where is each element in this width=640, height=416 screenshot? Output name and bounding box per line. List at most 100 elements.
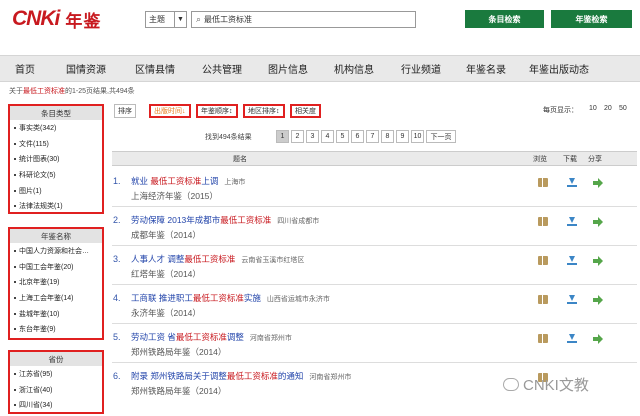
nav-item-institutions[interactable]: 机构信息 bbox=[320, 56, 388, 81]
sort-label: 排序 bbox=[114, 104, 136, 118]
result-title[interactable]: 人事人才 调整最低工资标准 云南省玉溪市红塔区 bbox=[131, 253, 304, 265]
page-button[interactable]: 10 bbox=[411, 130, 424, 143]
search-field-select[interactable]: 主题 ▼ bbox=[145, 11, 187, 28]
result-title[interactable]: 工商联 推进职工最低工资标准实施 山西省运城市永济市 bbox=[131, 292, 330, 304]
search-query: 最低工资标准 bbox=[204, 15, 253, 24]
facet-item[interactable]: 中国工会年鉴(20) bbox=[10, 259, 102, 275]
result-source[interactable]: 郑州铁路局年鉴（2014） bbox=[131, 385, 226, 397]
download-icon[interactable] bbox=[567, 295, 577, 304]
browse-icon[interactable] bbox=[538, 178, 548, 187]
browse-icon[interactable] bbox=[538, 295, 548, 304]
per-page-50[interactable]: 50 bbox=[619, 105, 627, 112]
sort-region-button[interactable]: 地区排序 ↕ bbox=[243, 104, 285, 118]
result-number: 1. bbox=[113, 176, 121, 186]
logo-text: CNKi bbox=[12, 7, 60, 30]
facet-heading: 条目类型 bbox=[10, 106, 102, 120]
entry-search-button[interactable]: 条目检索 bbox=[465, 10, 544, 28]
watermark: CNKI文教 bbox=[503, 374, 589, 395]
facet-item[interactable]: 四川省(34) bbox=[10, 397, 102, 413]
col-browse: 浏览 bbox=[533, 156, 547, 163]
result-row: 3. 人事人才 调整最低工资标准 云南省玉溪市红塔区 红塔年鉴（2014） bbox=[112, 246, 637, 285]
page-button[interactable]: 4 bbox=[321, 130, 334, 143]
nav-item-public-admin[interactable]: 公共管理 bbox=[188, 56, 256, 81]
nav-item-industry[interactable]: 行业频道 bbox=[388, 56, 454, 81]
nav-item-national[interactable]: 国情资源 bbox=[50, 56, 122, 81]
per-page-20[interactable]: 20 bbox=[604, 105, 612, 112]
browse-icon[interactable] bbox=[538, 217, 548, 226]
facet-item[interactable]: 江苏省(95) bbox=[10, 366, 102, 382]
download-icon[interactable] bbox=[567, 217, 577, 226]
found-count: 找到494条结果 bbox=[205, 134, 252, 141]
result-row: 1. 就业 最低工资标准上调 上海市 上海经济年鉴（2015） bbox=[112, 168, 637, 207]
share-icon[interactable] bbox=[593, 334, 603, 344]
per-page-label: 每页显示： bbox=[543, 107, 578, 114]
nav-item-directory[interactable]: 年鉴名录 bbox=[454, 56, 518, 81]
result-source[interactable]: 成都年鉴（2014） bbox=[131, 229, 201, 241]
download-icon[interactable] bbox=[567, 334, 577, 343]
browse-icon[interactable] bbox=[538, 334, 548, 343]
sort-year-order-button[interactable]: 年鉴顺序 ↕ bbox=[196, 104, 238, 118]
result-source[interactable]: 红塔年鉴（2014） bbox=[131, 268, 201, 280]
browse-icon[interactable] bbox=[538, 256, 548, 265]
share-icon[interactable] bbox=[593, 217, 603, 227]
download-icon[interactable] bbox=[567, 178, 577, 187]
facet-item[interactable]: 法律法规类(1) bbox=[10, 198, 102, 214]
sort-pub-time-button[interactable]: 出版时间 ↓ bbox=[149, 104, 191, 118]
result-source[interactable]: 永济年鉴（2014） bbox=[131, 307, 201, 319]
page-button[interactable]: 5 bbox=[336, 130, 349, 143]
result-row: 2. 劳动保障 2013年成都市最低工资标准 四川省成都市 成都年鉴（2014） bbox=[112, 207, 637, 246]
product-name: 年鉴 bbox=[65, 11, 102, 31]
download-icon[interactable] bbox=[567, 256, 577, 265]
result-title[interactable]: 劳动保障 2013年成都市最低工资标准 四川省成都市 bbox=[131, 214, 319, 226]
next-page-button[interactable]: 下一页 bbox=[426, 130, 456, 143]
facet-item[interactable]: 事实类(342) bbox=[10, 120, 102, 136]
result-summary: 关于最低工资标准的1-25页结果,共494条 bbox=[9, 88, 135, 95]
nav-item-publishing-news[interactable]: 年鉴出版动态 bbox=[518, 56, 600, 81]
facet-heading: 年鉴名称 bbox=[10, 229, 102, 243]
facet-item[interactable]: 科研论文(5) bbox=[10, 167, 102, 183]
result-source[interactable]: 上海经济年鉴（2015） bbox=[131, 190, 218, 202]
facet-item[interactable]: 统计图表(30) bbox=[10, 151, 102, 167]
facet-item[interactable]: 图片(1) bbox=[10, 183, 102, 199]
result-number: 6. bbox=[113, 371, 121, 381]
result-title[interactable]: 就业 最低工资标准上调 上海市 bbox=[131, 175, 245, 187]
per-page-10[interactable]: 10 bbox=[589, 105, 597, 112]
facet-item[interactable]: 文件(115) bbox=[10, 136, 102, 152]
page-button[interactable]: 3 bbox=[306, 130, 319, 143]
result-title[interactable]: 劳动工资 省最低工资标准调整 河南省郑州市 bbox=[131, 331, 292, 343]
facet-item[interactable]: 中国人力资源和社会… bbox=[10, 243, 102, 259]
facet-item[interactable]: 上海工会年鉴(14) bbox=[10, 290, 102, 306]
wechat-icon bbox=[503, 378, 519, 391]
page-button[interactable]: 9 bbox=[396, 130, 409, 143]
sort-relevance-button[interactable]: 相关度 bbox=[290, 104, 321, 118]
page-button[interactable]: 2 bbox=[291, 130, 304, 143]
nav-item-home[interactable]: 首页 bbox=[0, 56, 50, 81]
facet-item[interactable]: 北京年鉴(19) bbox=[10, 274, 102, 290]
col-share: 分享 bbox=[588, 156, 602, 163]
page-button[interactable]: 1 bbox=[276, 130, 289, 143]
main-nav: 首页 国情资源 区情县情 公共管理 图片信息 机构信息 行业频道 年鉴名录 年鉴… bbox=[0, 55, 640, 82]
share-icon[interactable] bbox=[593, 256, 603, 266]
facet-yearbook-name: 年鉴名称 中国人力资源和社会… 中国工会年鉴(20) 北京年鉴(19) 上海工会… bbox=[8, 227, 104, 340]
search-bar: 主题 ▼ ⌕ 最低工资标准 bbox=[145, 11, 416, 28]
page-button[interactable]: 8 bbox=[381, 130, 394, 143]
nav-item-images[interactable]: 图片信息 bbox=[256, 56, 320, 81]
chevron-down-icon[interactable]: ▼ bbox=[174, 12, 186, 27]
share-icon[interactable] bbox=[593, 178, 603, 188]
result-title[interactable]: 附录 郑州铁路局关于调整最低工资标准的通知 河南省郑州市 bbox=[131, 370, 351, 382]
pagination: 1 2 3 4 5 6 7 8 9 10 下一页 bbox=[276, 130, 458, 143]
result-number: 4. bbox=[113, 293, 121, 303]
share-icon[interactable] bbox=[593, 295, 603, 305]
facet-item[interactable]: 盐城年鉴(10) bbox=[10, 306, 102, 322]
result-row: 5. 劳动工资 省最低工资标准调整 河南省郑州市 郑州铁路局年鉴（2014） bbox=[112, 324, 637, 363]
sort-arrows-icon: ↕ bbox=[229, 107, 233, 115]
page-button[interactable]: 7 bbox=[366, 130, 379, 143]
search-input[interactable]: ⌕ 最低工资标准 bbox=[191, 11, 416, 28]
facet-item[interactable]: 浙江省(40) bbox=[10, 382, 102, 398]
result-source[interactable]: 郑州铁路局年鉴（2014） bbox=[131, 346, 226, 358]
nav-item-regional[interactable]: 区情县情 bbox=[122, 56, 188, 81]
yearbook-search-button[interactable]: 年鉴检索 bbox=[551, 10, 632, 28]
cnki-logo[interactable]: CNKi 年鉴 bbox=[12, 6, 101, 32]
facet-item[interactable]: 东台年鉴(9) bbox=[10, 321, 102, 337]
page-button[interactable]: 6 bbox=[351, 130, 364, 143]
